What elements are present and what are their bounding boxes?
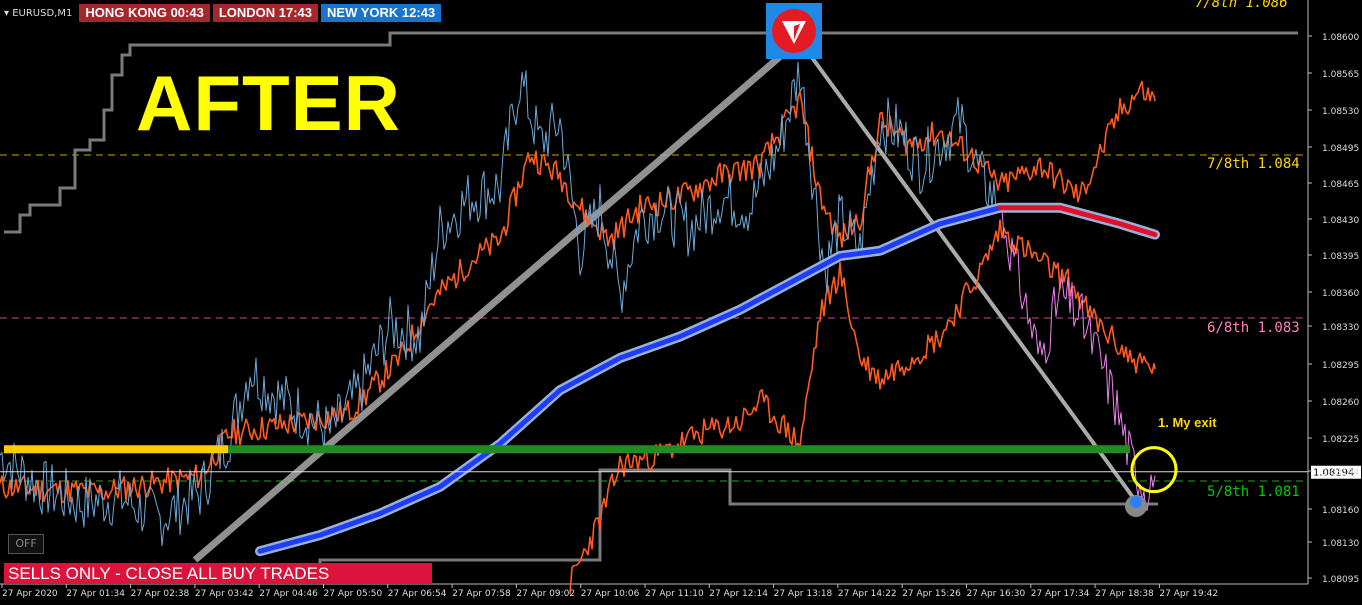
top-bar: ▾ EURUSD,M1 HONG KONG 00:43 LONDON 17:43… <box>0 4 442 22</box>
price-tick-label: 1.08160 <box>1322 506 1359 516</box>
price-tick-label: 1.08600 <box>1322 33 1359 43</box>
murrey-level-label: 7/8th 1.084 <box>1207 156 1300 172</box>
logo-icon <box>772 9 816 53</box>
symbol-text: EURUSD,M1 <box>12 7 73 19</box>
price-tick-label: 1.08330 <box>1322 323 1359 333</box>
session-london: LONDON 17:43 <box>212 4 319 22</box>
time-tick-label: 27 Apr 02:38 <box>131 589 190 599</box>
exit-annotation: 1. My exit <box>1158 415 1217 430</box>
price-tick-label: 1.08530 <box>1322 107 1359 117</box>
price-tick-label: 1.08360 <box>1322 289 1359 299</box>
price-tick-label: 1.08095 <box>1322 575 1359 585</box>
price-tick-label: 1.08430 <box>1322 216 1359 226</box>
price-tick-label: 1.08225 <box>1322 435 1359 445</box>
time-tick-label: 27 Apr 17:34 <box>1031 589 1090 599</box>
time-tick-label: 27 Apr 12:14 <box>709 589 768 599</box>
price-tick-label: 1.08295 <box>1322 361 1359 371</box>
time-tick-label: 27 Apr 19:42 <box>1159 589 1218 599</box>
time-tick-label: 27 Apr 04:46 <box>259 589 318 599</box>
price-tick-label: 1.08194 <box>1322 468 1359 478</box>
time-tick-label: 27 Apr 10:06 <box>581 589 640 599</box>
price-tick-label: 1.08495 <box>1322 144 1359 154</box>
off-button[interactable]: OFF <box>8 534 44 554</box>
time-tick-label: 27 Apr 14:22 <box>838 589 897 599</box>
endpoint-marker-core <box>1130 496 1142 508</box>
time-tick-label: 27 Apr 11:10 <box>645 589 704 599</box>
time-tick-label: 27 Apr 09:02 <box>516 589 575 599</box>
overlay-title: AFTER <box>136 59 401 147</box>
time-tick-label: 27 Apr 16:30 <box>967 589 1026 599</box>
logo <box>766 3 822 59</box>
time-tick-label: 27 Apr 13:18 <box>774 589 833 599</box>
time-tick-label: 27 Apr 03:42 <box>195 589 254 599</box>
dropdown-icon[interactable]: ▾ <box>4 8 9 19</box>
time-tick-label: 27 Apr 18:38 <box>1095 589 1154 599</box>
time-tick-label: 27 Apr 06:54 <box>388 589 447 599</box>
signal-banner: SELLS ONLY - CLOSE ALL BUY TRADES <box>4 563 432 584</box>
price-tick-label: 1.08130 <box>1322 539 1359 549</box>
symbol-label: ▾ EURUSD,M1 <box>0 8 72 19</box>
price-tick-label: 1.08260 <box>1322 398 1359 408</box>
price-tick-label: 1.08565 <box>1322 70 1359 80</box>
time-tick-label: 27 Apr 05:50 <box>324 589 383 599</box>
time-tick-label: 27 Apr 15:26 <box>902 589 961 599</box>
murrey-level-label: 7/8th 1.086 <box>1195 0 1288 11</box>
time-tick-label: 27 Apr 2020 <box>2 589 58 599</box>
price-tick-label: 1.08395 <box>1322 252 1359 262</box>
time-tick-label: 27 Apr 07:58 <box>452 589 511 599</box>
time-tick-label: 27 Apr 01:34 <box>66 589 125 599</box>
price-tick-label: 1.08465 <box>1322 180 1359 190</box>
session-hong-kong: HONG KONG 00:43 <box>79 4 210 22</box>
murrey-level-label: 5/8th 1.081 <box>1207 484 1300 500</box>
session-new-york: NEW YORK 12:43 <box>321 4 442 22</box>
murrey-level-label: 6/8th 1.083 <box>1207 320 1300 336</box>
